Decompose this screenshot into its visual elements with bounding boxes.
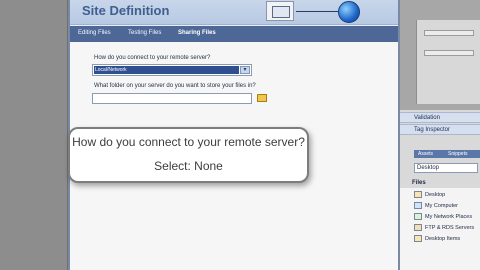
- panel-tab-snippets[interactable]: Snippets: [448, 150, 467, 158]
- panel-tab-bar: Assets Snippets: [414, 150, 480, 158]
- file-label: My Computer: [425, 203, 459, 209]
- tab-sharing-files[interactable]: Sharing Files: [178, 26, 216, 42]
- ftp-icon: [414, 224, 422, 232]
- dialog-header: Site Definition: [70, 0, 398, 25]
- callout-answer: Select: None: [154, 159, 223, 173]
- connect-question-label: How do you connect to your remote server…: [94, 55, 211, 61]
- dialog-title: Site Definition: [82, 3, 170, 18]
- panel-chip: [424, 30, 474, 36]
- list-item[interactable]: My Computer: [414, 201, 480, 211]
- tutorial-callout: How do you connect to your remote server…: [68, 127, 309, 183]
- folder-question-label: What folder on your server do you want t…: [94, 83, 256, 89]
- list-item[interactable]: Desktop Items: [414, 234, 480, 244]
- files-list: Desktop My Computer My Network Places FT…: [400, 188, 480, 270]
- folder-icon: [414, 235, 422, 243]
- file-label: Desktop: [425, 192, 446, 198]
- callout-question: How do you connect to your remote server…: [72, 135, 305, 149]
- right-panel: Validation Tag Inspector Assets Snippets…: [400, 0, 480, 270]
- file-label: Desktop Items: [425, 236, 461, 242]
- network-icon: [414, 213, 422, 221]
- connection-line: [296, 11, 338, 12]
- connection-select-value: Local/Network: [94, 66, 239, 74]
- files-header: Files: [412, 180, 426, 186]
- connection-select[interactable]: Local/Network ▾: [92, 64, 252, 76]
- panel-tab-assets[interactable]: Assets: [418, 150, 433, 158]
- left-background-strip: [0, 0, 68, 270]
- tab-testing-files[interactable]: Testing Files: [128, 26, 161, 42]
- location-select[interactable]: Desktop: [414, 163, 478, 173]
- file-label: My Network Places: [425, 214, 473, 220]
- server-icon: [266, 1, 294, 21]
- panel-section-tag-inspector[interactable]: Tag Inspector: [400, 124, 480, 135]
- computer-icon: [414, 202, 422, 210]
- tab-editing-files[interactable]: Editing Files: [78, 26, 111, 42]
- panel-section-validation[interactable]: Validation: [400, 112, 480, 123]
- tab-bar: Editing Files Testing Files Sharing File…: [70, 26, 398, 42]
- list-item[interactable]: My Network Places: [414, 212, 480, 222]
- file-label: FTP & RDS Servers: [425, 225, 475, 231]
- panel-chip: [424, 50, 474, 56]
- folder-input[interactable]: [92, 93, 252, 104]
- screen: Site Definition Editing Files Testing Fi…: [0, 0, 480, 270]
- list-item[interactable]: FTP & RDS Servers: [414, 223, 480, 233]
- desktop-icon: [414, 191, 422, 199]
- globe-icon: [338, 1, 360, 23]
- browse-folder-icon[interactable]: [257, 94, 267, 102]
- right-panel-top-area: [400, 0, 480, 110]
- chevron-down-icon[interactable]: ▾: [240, 66, 250, 74]
- list-item[interactable]: Desktop: [414, 190, 480, 200]
